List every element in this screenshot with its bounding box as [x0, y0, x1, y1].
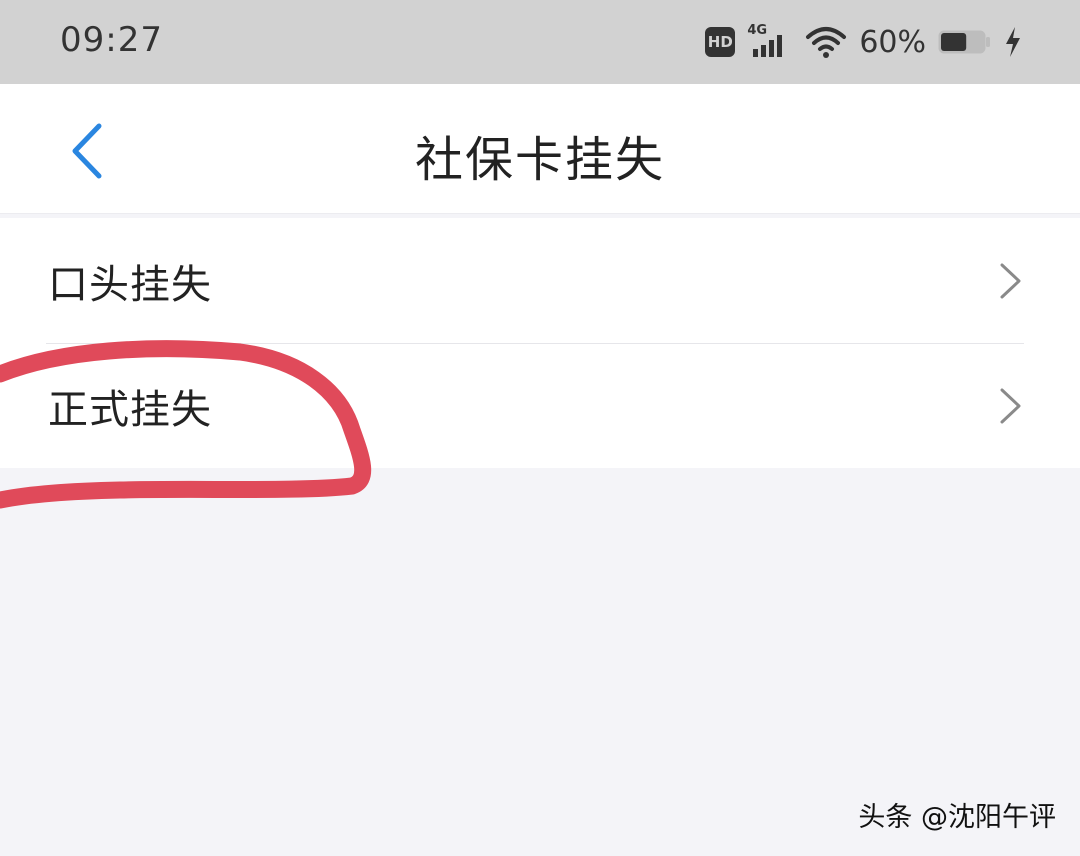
list-item-verbal-loss-report[interactable]: 口头挂失: [0, 218, 1080, 343]
chevron-right-icon: [1000, 263, 1021, 298]
nav-bar: 社保卡挂失: [0, 84, 1080, 214]
hd-icon: HD: [705, 27, 736, 57]
status-time: 09:27: [60, 20, 163, 60]
battery-icon: [938, 30, 990, 54]
watermark: 头条 @沈阳午评: [858, 802, 1056, 833]
battery-percent: 60%: [859, 24, 926, 60]
signal-icon: 4G: [747, 23, 793, 59]
list-item-formal-loss-report[interactable]: 正式挂失: [0, 343, 1080, 468]
chevron-right-icon: [1000, 388, 1021, 423]
menu-list: 口头挂失 正式挂失: [0, 218, 1080, 468]
wifi-icon: [806, 27, 847, 58]
list-item-label: 正式挂失: [48, 386, 212, 433]
list-item-label: 口头挂失: [48, 261, 212, 308]
status-icons: HD 4G 60%: [705, 22, 1022, 62]
status-bar: 09:27 HD 4G 60%: [0, 0, 1080, 84]
charging-icon: [1006, 27, 1020, 57]
page-title: 社保卡挂失: [414, 132, 665, 188]
